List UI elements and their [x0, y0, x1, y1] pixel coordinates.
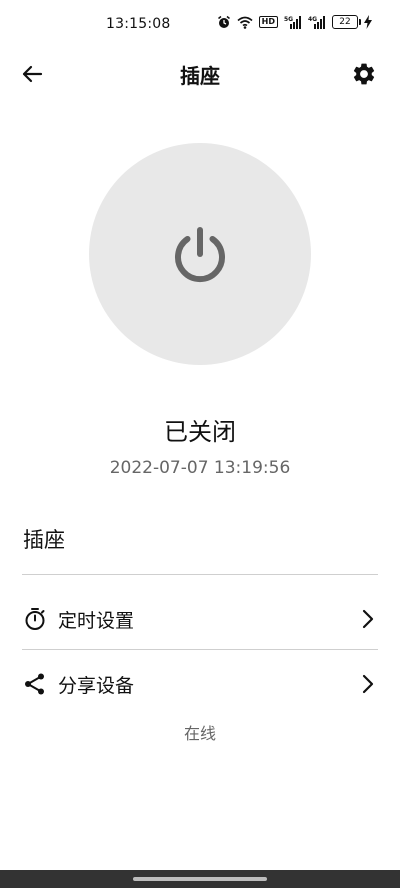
- page-title: 插座: [180, 64, 220, 88]
- battery-icon: 22: [332, 15, 361, 29]
- system-nav-bar: [0, 870, 400, 888]
- timer-settings-label: 定时设置: [58, 609, 135, 632]
- settings-button[interactable]: [348, 58, 380, 90]
- divider: [22, 574, 378, 575]
- chevron-right-icon: [358, 606, 378, 632]
- divider: [22, 649, 378, 650]
- hd-icon: HD: [258, 16, 278, 28]
- charging-icon: [364, 15, 372, 29]
- screen: 13:15:08 HD 5G 4G 22 插座 已关闭 2022-07-07 1…: [0, 0, 400, 888]
- svg-text:5G: 5G: [284, 16, 293, 23]
- gear-icon: [353, 63, 375, 85]
- status-bar: 13:15:08 HD 5G 4G 22: [0, 0, 400, 52]
- timer-icon: [22, 606, 48, 632]
- signal-5g-icon: 5G: [284, 15, 302, 29]
- svg-text:4G: 4G: [308, 16, 317, 23]
- signal-4g-icon: 4G: [308, 15, 326, 29]
- chevron-right-icon: [358, 671, 378, 697]
- online-status: 在线: [183, 724, 216, 743]
- app-bar: 插座: [0, 52, 400, 96]
- wifi-icon: [237, 16, 253, 29]
- power-icon: [175, 227, 225, 283]
- share-icon: [22, 671, 48, 697]
- power-state-time: 2022-07-07 13:19:56: [109, 458, 291, 478]
- status-time: 13:15:08: [106, 16, 171, 32]
- device-name: 插座: [23, 528, 65, 552]
- share-device-label: 分享设备: [58, 674, 135, 697]
- home-indicator[interactable]: [133, 877, 267, 881]
- alarm-icon: [217, 15, 231, 29]
- share-device-row[interactable]: 分享设备: [22, 659, 378, 709]
- power-toggle-button[interactable]: [89, 143, 311, 365]
- power-state-label: 已关闭: [164, 418, 236, 446]
- status-icons: HD 5G 4G 22: [217, 15, 372, 29]
- timer-settings-row[interactable]: 定时设置: [22, 594, 378, 644]
